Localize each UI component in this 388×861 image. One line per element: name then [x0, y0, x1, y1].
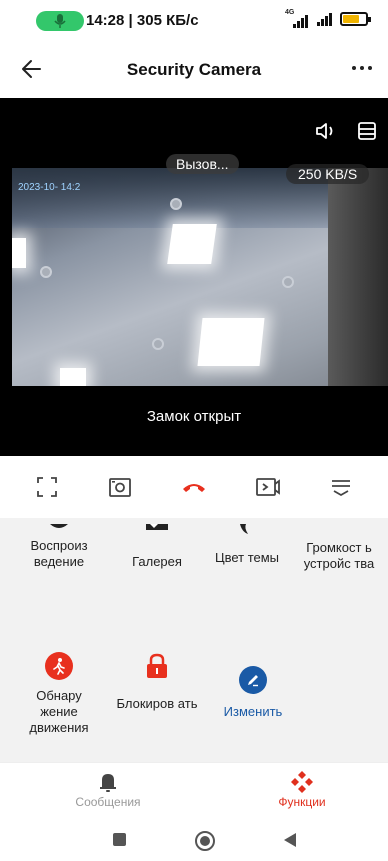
fullscreen-icon: [36, 477, 57, 497]
playback-item[interactable]: Воспроиз ведение: [16, 524, 102, 570]
signal-4g-icon: 4G: [285, 9, 313, 28]
calling-status: Вызов...: [166, 154, 239, 174]
bitrate-badge: 250 KB/S: [286, 164, 370, 184]
motion-label: Обнару жение движения: [29, 688, 89, 735]
home-button[interactable]: [194, 830, 216, 857]
more-button[interactable]: [350, 58, 374, 78]
volume-item[interactable]: Громкост ь устройс тва: [296, 528, 382, 572]
speaker-button[interactable]: [314, 120, 338, 142]
nav-functions[interactable]: Функции: [242, 769, 362, 809]
palette-icon: [240, 524, 248, 534]
layout-icon: [358, 122, 376, 140]
mic-indicator: [36, 11, 84, 31]
hangup-icon: [182, 484, 205, 492]
pencil-icon: [239, 666, 267, 694]
microphone-icon: [54, 14, 66, 28]
snapshot-icon: [109, 478, 132, 497]
lock-status-text: Замок открыт: [146, 408, 242, 425]
playback-icon: [50, 524, 68, 528]
snapshot-button[interactable]: [103, 470, 137, 504]
battery-icon: [340, 12, 371, 26]
lock-icon: [143, 652, 171, 680]
speaker-icon: [316, 123, 333, 139]
functions-icon: [242, 769, 362, 795]
camera-feed: [12, 168, 388, 386]
edit-item[interactable]: Изменить: [210, 666, 296, 720]
home-circle-icon: [195, 831, 215, 851]
page-title: Security Camera: [126, 60, 262, 79]
collapse-icon: [332, 480, 351, 497]
status-icons: 4G: [285, 9, 371, 28]
bell-icon: [48, 769, 168, 795]
motion-detection-item[interactable]: Обнару жение движения: [16, 652, 102, 736]
title-bar: Security Camera: [0, 40, 388, 98]
more-dots-icon: [352, 66, 372, 70]
nav-messages-label: Сообщения: [75, 795, 141, 809]
volume-label: Громкост ь устройс тва: [303, 540, 375, 571]
lock-label: Блокиров ать: [116, 696, 198, 711]
nav-messages[interactable]: Сообщения: [48, 769, 168, 809]
theme-color-item[interactable]: Цвет темы: [204, 524, 290, 566]
system-nav-bar: [0, 820, 388, 861]
collapse-button[interactable]: [324, 470, 358, 504]
control-bar: [0, 456, 388, 518]
status-bar: 14:28 | 305 КБ/с 4G: [0, 0, 388, 40]
signal-icon: [317, 12, 332, 26]
recent-apps-button[interactable]: [112, 832, 128, 853]
layout-button[interactable]: [356, 120, 378, 142]
record-button[interactable]: [251, 470, 285, 504]
square-icon: [113, 833, 126, 846]
lock-item[interactable]: Блокиров ать: [114, 652, 200, 712]
gallery-item[interactable]: Галерея: [114, 524, 200, 570]
triangle-back-icon: [284, 833, 296, 847]
nav-functions-label: Функции: [278, 795, 326, 809]
hangup-button[interactable]: [177, 470, 211, 504]
motion-icon: [45, 652, 73, 680]
bottom-nav: Сообщения Функции: [0, 762, 388, 820]
gallery-icon: [146, 524, 168, 530]
record-icon: [255, 478, 280, 496]
functions-panel: Воспроиз ведение Галерея Цвет темы Громк…: [0, 518, 388, 762]
edit-label: Изменить: [223, 704, 283, 719]
system-back-button[interactable]: [282, 832, 298, 853]
video-area[interactable]: 2023-10- 14:2 Вызов... 250 KB/S Замок от…: [0, 98, 388, 456]
video-timestamp: 2023-10- 14:2: [18, 182, 81, 193]
fullscreen-button[interactable]: [30, 470, 64, 504]
status-time: 14:28 | 305 КБ/с: [86, 12, 199, 29]
